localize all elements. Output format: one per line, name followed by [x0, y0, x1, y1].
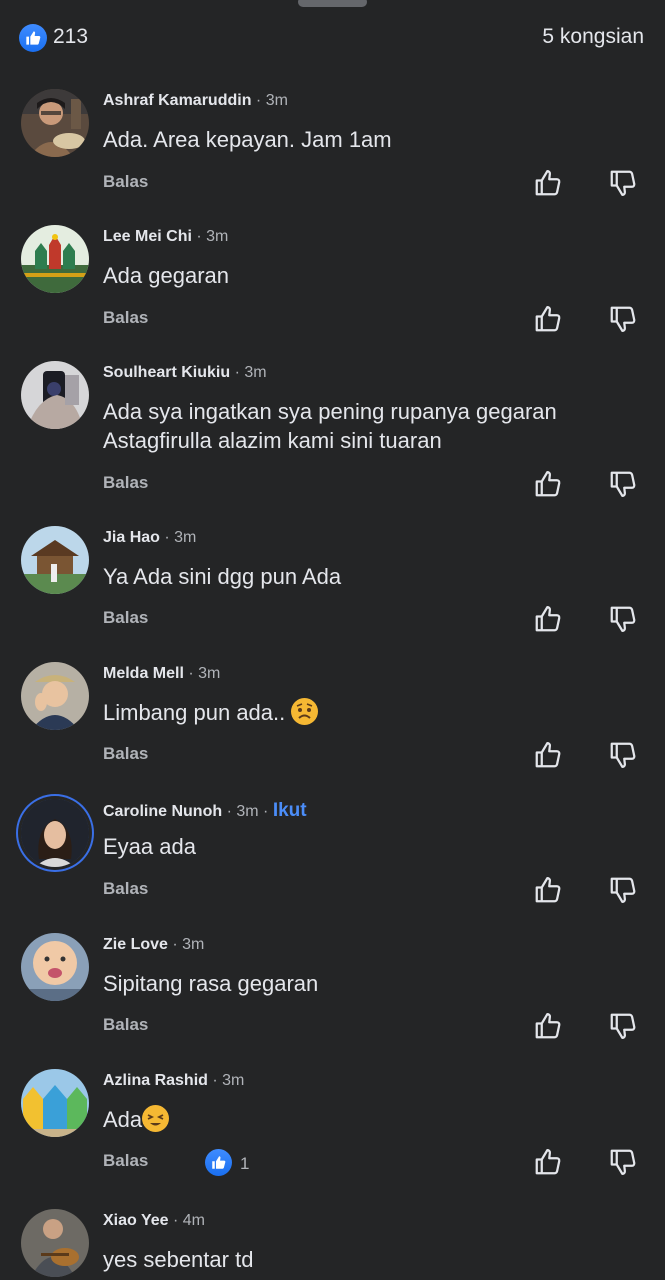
comment-time[interactable]: 3m [244, 364, 266, 381]
comment-text: Eyaa ada [103, 834, 196, 859]
comment-time[interactable]: 3m [236, 803, 258, 820]
author-name[interactable]: Jia Hao [103, 529, 160, 546]
avatar[interactable] [21, 89, 89, 157]
reply-button[interactable]: Balas [103, 879, 148, 899]
thumbs-up-icon[interactable] [533, 168, 563, 198]
shares-count[interactable]: 5 kongsian [542, 25, 644, 49]
avatar[interactable] [21, 662, 89, 730]
thumbs-up-icon[interactable] [533, 304, 563, 334]
comment-time[interactable]: 3m [198, 665, 220, 682]
thumbs-up-icon[interactable] [533, 1147, 563, 1177]
like-count[interactable]: 213 [53, 25, 88, 49]
author-name[interactable]: Caroline Nunoh [103, 803, 222, 820]
thumbs-up-icon[interactable] [533, 604, 563, 634]
comment-text: Ada [103, 1107, 143, 1132]
thumbs-down-icon[interactable] [608, 1147, 638, 1177]
thumbs-down-icon[interactable] [608, 168, 638, 198]
comment-text: Ada gegaran [103, 263, 229, 288]
comment-time[interactable]: 3m [266, 92, 288, 109]
comment-text: Ada. Area kepayan. Jam 1am [103, 127, 392, 152]
tired-face-icon [142, 1105, 170, 1132]
reply-button[interactable]: Balas [103, 1015, 148, 1035]
like-reaction-icon[interactable] [19, 24, 47, 52]
thumbs-down-icon[interactable] [608, 604, 638, 634]
comment-time[interactable]: 3m [182, 936, 204, 953]
comment-text: Limbang pun ada.. [103, 700, 286, 725]
thumbs-up-icon[interactable] [533, 740, 563, 770]
comment-text: Ada sya ingatkan sya pening rupanya gega… [103, 399, 557, 453]
worried-face-icon [291, 698, 319, 725]
comment-text: yes sebentar td [103, 1247, 254, 1272]
like-reaction-icon[interactable] [205, 1149, 232, 1176]
avatar[interactable] [21, 225, 89, 293]
thumbs-up-icon[interactable] [533, 875, 563, 905]
comment-time[interactable]: 3m [206, 228, 228, 245]
avatar[interactable] [21, 1209, 89, 1277]
comment-text: Sipitang rasa gegaran [103, 971, 319, 996]
thumbs-down-icon[interactable] [608, 1011, 638, 1041]
avatar[interactable] [21, 1069, 89, 1137]
comment-time[interactable]: 3m [222, 1072, 244, 1089]
thumbs-up-icon[interactable] [533, 1011, 563, 1041]
thumbs-down-icon[interactable] [608, 304, 638, 334]
comment-time[interactable]: 3m [174, 529, 196, 546]
reaction-count[interactable]: 1 [240, 1154, 249, 1174]
author-name[interactable]: Xiao Yee [103, 1212, 169, 1229]
drag-handle[interactable] [298, 0, 367, 7]
thumbs-down-icon[interactable] [608, 875, 638, 905]
author-name[interactable]: Azlina Rashid [103, 1072, 208, 1089]
author-name[interactable]: Soulheart Kiukiu [103, 364, 230, 381]
avatar[interactable] [21, 361, 89, 429]
comment-text: Ya Ada sini dgg pun Ada [103, 564, 342, 589]
reply-button[interactable]: Balas [103, 172, 148, 192]
follow-button[interactable]: Ikut [273, 800, 307, 821]
author-name[interactable]: Zie Love [103, 936, 168, 953]
thumbs-down-icon[interactable] [608, 469, 638, 499]
thumbs-down-icon[interactable] [608, 740, 638, 770]
reply-button[interactable]: Balas [103, 1151, 148, 1171]
avatar[interactable] [21, 799, 89, 867]
reply-button[interactable]: Balas [103, 608, 148, 628]
author-name[interactable]: Lee Mei Chi [103, 228, 192, 245]
comment-time[interactable]: 4m [183, 1212, 205, 1229]
avatar[interactable] [21, 933, 89, 1001]
reactions-bar: 213 5 kongsian [0, 18, 665, 58]
author-name[interactable]: Ashraf Kamaruddin [103, 92, 251, 109]
author-name[interactable]: Melda Mell [103, 665, 184, 682]
reply-button[interactable]: Balas [103, 744, 148, 764]
reply-button[interactable]: Balas [103, 473, 148, 493]
avatar[interactable] [21, 526, 89, 594]
reply-button[interactable]: Balas [103, 308, 148, 328]
thumbs-up-icon[interactable] [533, 469, 563, 499]
